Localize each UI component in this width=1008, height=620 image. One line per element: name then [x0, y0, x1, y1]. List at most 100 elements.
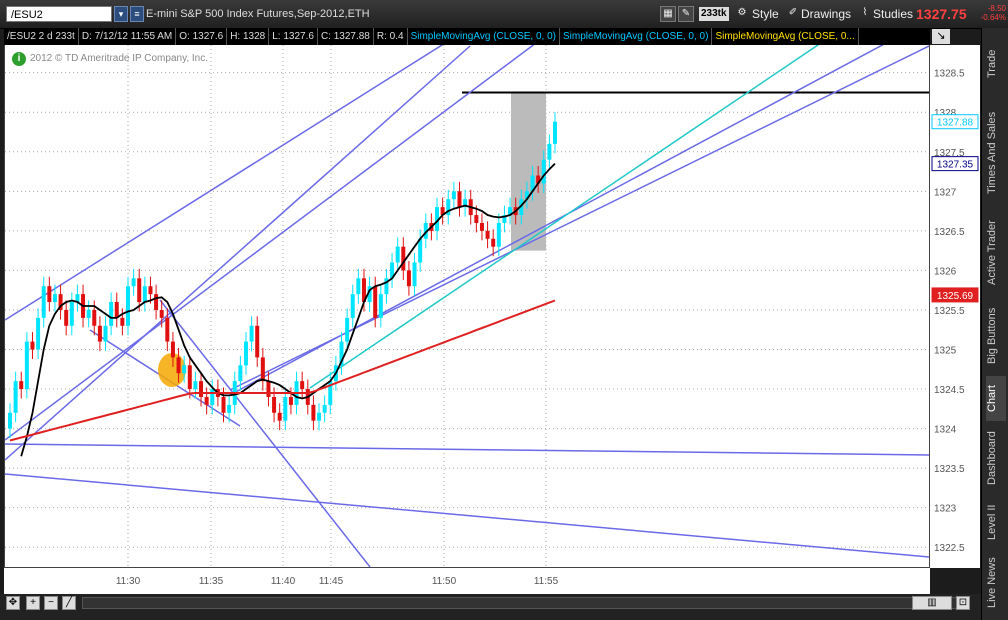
legend-study-1[interactable]: SimpleMovingAvg (CLOSE, 0, 0): [408, 28, 560, 45]
candle-body: [8, 412, 12, 429]
info-icon[interactable]: i: [12, 52, 26, 66]
candle-body: [350, 294, 355, 318]
candle-body: [451, 191, 456, 200]
candle-body: [165, 317, 170, 342]
candle-body: [283, 396, 288, 421]
legend-study-2[interactable]: SimpleMovingAvg (CLOSE, 0, 0): [560, 28, 713, 45]
y-tick-label: 1326: [934, 266, 957, 277]
tab-live-news[interactable]: Live News: [986, 550, 1006, 616]
price-tag-label: 1327.88: [937, 118, 974, 129]
y-tick-label: 1322.5: [934, 543, 965, 554]
time-scrollbar[interactable]: [82, 597, 962, 609]
candle-body: [154, 294, 159, 310]
tab-level-ii[interactable]: Level II: [986, 498, 1006, 546]
tab-dashboard[interactable]: Dashboard: [986, 424, 1006, 492]
highlight-zone: [511, 92, 546, 251]
candle-body: [260, 357, 265, 382]
legend-date: D: 7/12/12 11:55 AM: [79, 28, 177, 45]
candle-body: [120, 317, 125, 326]
candle-body: [249, 325, 254, 342]
zoom-fit-icon[interactable]: ⊡: [956, 596, 970, 610]
candle-body: [345, 317, 350, 342]
price-chart[interactable]: 1322.5 1323 1323.5 1324 1324.5 1325 1325.5 1326…: [0, 0, 1008, 620]
pan-icon[interactable]: ✥: [6, 596, 20, 610]
tab-trade[interactable]: Trade: [986, 34, 1006, 94]
candle-body: [395, 246, 400, 263]
legend-study-3[interactable]: SimpleMovingAvg (CLOSE, 0...: [712, 28, 859, 45]
candle-body: [64, 309, 69, 326]
y-tick-label: 1328.5: [934, 69, 965, 80]
candle-body: [176, 357, 181, 374]
candle-body: [485, 230, 490, 239]
legend-high: H: 1328: [227, 28, 270, 45]
trend-line-cyan: [309, 45, 820, 389]
x-tick-label: 11:45: [319, 576, 344, 587]
x-tick-label: 11:55: [534, 576, 559, 587]
candle-body: [148, 286, 153, 295]
trend-line: [229, 45, 884, 396]
tab-chart[interactable]: Chart: [986, 376, 1006, 421]
candle-body: [356, 278, 361, 295]
tab-big-buttons[interactable]: Big Buttons: [986, 298, 1006, 373]
candle-body: [406, 270, 411, 287]
y-tick-label: 1325: [934, 346, 957, 357]
candle-body: [491, 238, 496, 247]
candle-body: [373, 286, 378, 318]
candle-body: [243, 341, 248, 366]
candle-body: [193, 381, 198, 390]
candle-body: [52, 294, 57, 303]
candle-body: [317, 412, 322, 421]
candle-body: [24, 341, 29, 390]
right-sidebar: Trade Times And Sales Active Trader Big …: [981, 28, 1008, 620]
collapse-legend-icon[interactable]: ↘: [932, 29, 950, 44]
legend-instrument: /ESU2 2 d 233t: [4, 28, 79, 45]
chart-legend: /ESU2 2 d 233t D: 7/12/12 11:55 AM O: 1327…: [4, 28, 930, 45]
y-tick-label: 1326.5: [934, 227, 965, 238]
x-tick-label: 11:30: [116, 576, 141, 587]
candle-body: [114, 302, 119, 318]
candle-body: [553, 121, 557, 144]
trend-line: [5, 45, 444, 321]
scroll-thumb[interactable]: ▥: [912, 596, 952, 610]
zoom-in-icon[interactable]: +: [26, 596, 40, 610]
y-tick-label: 1323.5: [934, 464, 965, 475]
legend-low: L: 1327.6: [269, 28, 318, 45]
x-tick-label: 11:35: [199, 576, 224, 587]
candle-body: [109, 302, 114, 326]
y-tick-label: 1324.5: [934, 385, 965, 396]
candle-body: [322, 404, 327, 413]
candle-body: [401, 246, 406, 271]
trend-line: [5, 473, 929, 558]
candle-body: [204, 396, 209, 405]
legend-open: O: 1327.6: [176, 28, 228, 45]
highlight-marker: [158, 353, 186, 387]
candle-body: [300, 381, 305, 390]
zoom-out-icon[interactable]: −: [44, 596, 58, 610]
candle-body: [92, 309, 97, 326]
candle-body: [170, 341, 175, 358]
candle-body: [457, 191, 462, 208]
candle-body: [255, 325, 260, 358]
candle-body: [41, 286, 46, 318]
candle-body: [266, 381, 271, 397]
candle-body: [103, 325, 108, 342]
candle-body: [496, 222, 501, 247]
y-tick-label: 1327: [934, 187, 957, 198]
candle-body: [47, 286, 52, 303]
candle-body: [479, 222, 484, 231]
candle-body: [159, 309, 164, 318]
x-tick-label: 11:50: [432, 576, 457, 587]
trend-line: [5, 443, 929, 456]
x-tick-label: 11:40: [271, 576, 296, 587]
draw-line-icon[interactable]: ╱: [62, 596, 76, 610]
trend-line: [5, 45, 535, 441]
candle-body: [125, 286, 130, 326]
candle-body: [547, 143, 552, 160]
candle-body: [277, 412, 282, 421]
tab-active-trader[interactable]: Active Trader: [986, 213, 1006, 293]
candle-body: [137, 278, 142, 303]
candle-body: [142, 286, 147, 303]
tab-times-and-sales[interactable]: Times And Sales: [986, 98, 1006, 208]
price-tag-label: 1325.69: [937, 291, 974, 302]
candle-body: [131, 278, 136, 287]
